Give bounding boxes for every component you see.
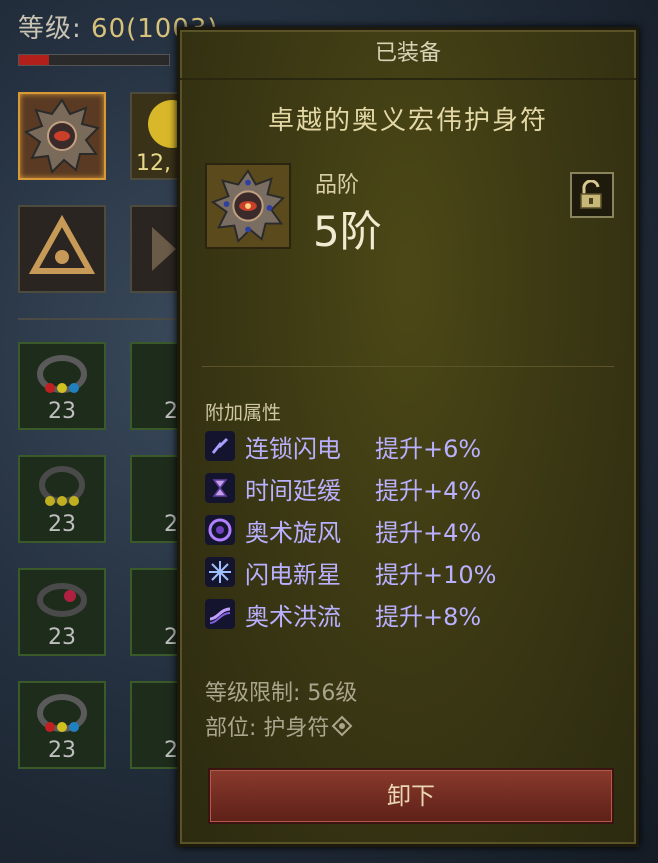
rune-triangle-icon [28,214,96,274]
tier-value: 5阶 [313,207,382,256]
item-count: 23 [48,512,76,537]
attribute-skill: 连锁闪电 [245,434,341,463]
level-requirement: 等级限制: 56级 [205,681,358,706]
ring-slot-2[interactable]: 23 [18,455,106,543]
arcane-torrent-icon [205,599,235,629]
inventory-divider [18,318,178,320]
attributes-title: 附加属性 [205,402,282,424]
ring-slot-4[interactable]: 23 [18,681,106,769]
attribute-effect: 提升+8% [375,602,482,631]
gold-amount: 12, [136,151,171,176]
item-count: 2 [164,399,178,424]
rune-gem-icon [152,227,176,271]
attribute-skill: 奥术旋风 [245,518,341,547]
chain-lightning-icon [205,431,235,461]
ring-icon [37,583,87,617]
section-divider [202,366,614,367]
attribute-row: 时间延缓 提升+4% [205,470,481,506]
attribute-effect: 提升+6% [375,434,482,463]
item-count: 23 [48,399,76,424]
rune-slot[interactable] [18,205,106,293]
slot-type: 部位: 护身符 [205,710,353,742]
amulet-icon [23,98,100,174]
xp-bar [18,54,170,66]
amulet-slot-icon [331,715,353,737]
attribute-skill: 时间延缓 [245,476,341,505]
ring-slot-2b[interactable]: 2 [130,455,180,543]
ring-slot-1[interactable]: 23 [18,342,106,430]
item-count: 2 [164,625,178,650]
item-tooltip-panel: 已装备 卓越的奥义宏伟护身符 品阶 5阶 附加属性 连锁闪电 提升+6% 时间延… [177,27,639,847]
lock-toggle-button[interactable] [570,172,614,218]
attribute-row: 闪电新星 提升+10% [205,554,496,590]
attribute-row: 连锁闪电 提升+6% [205,428,481,464]
item-icon-frame [205,163,291,249]
amulet-icon [210,169,286,244]
ring-slot-3b[interactable]: 2 [130,568,180,656]
item-count: 2 [164,512,178,537]
ring-icon [39,466,85,506]
tier-label: 品阶 [315,173,360,198]
item-name: 卓越的奥义宏伟护身符 [267,106,548,136]
item-count: 2 [164,738,178,763]
attribute-skill: 奥术洪流 [245,602,341,631]
item-count: 23 [48,738,76,763]
attribute-row: 奥术旋风 提升+4% [205,512,481,548]
ring-icon [37,694,87,732]
attribute-row: 奥术洪流 提升+8% [205,596,481,632]
xp-bar-fill [19,55,49,65]
unlock-icon [580,180,602,209]
gold-slot[interactable]: 12, [130,92,196,180]
attribute-skill: 闪电新星 [245,560,341,589]
rune-slot-2[interactable] [130,205,180,293]
time-slow-icon [205,473,235,503]
ring-slot-3[interactable]: 23 [18,568,106,656]
item-count: 23 [48,625,76,650]
attribute-effect: 提升+4% [375,518,482,547]
lightning-nova-icon [205,557,235,587]
level-label: 等级: [18,14,92,44]
unequip-button[interactable]: 卸下 [208,768,614,824]
attribute-effect: 提升+10% [375,560,497,589]
ring-slot-4b[interactable]: 2 [130,681,180,769]
arcane-vortex-icon [205,515,235,545]
amulet-slot[interactable] [18,92,106,180]
equipped-header: 已装备 [180,30,636,80]
slot-type-text: 部位: 护身符 [205,716,330,741]
ring-slot-1b[interactable]: 2 [130,342,180,430]
attribute-effect: 提升+4% [375,476,482,505]
gold-coin-icon [148,100,196,148]
ring-icon [37,355,87,393]
